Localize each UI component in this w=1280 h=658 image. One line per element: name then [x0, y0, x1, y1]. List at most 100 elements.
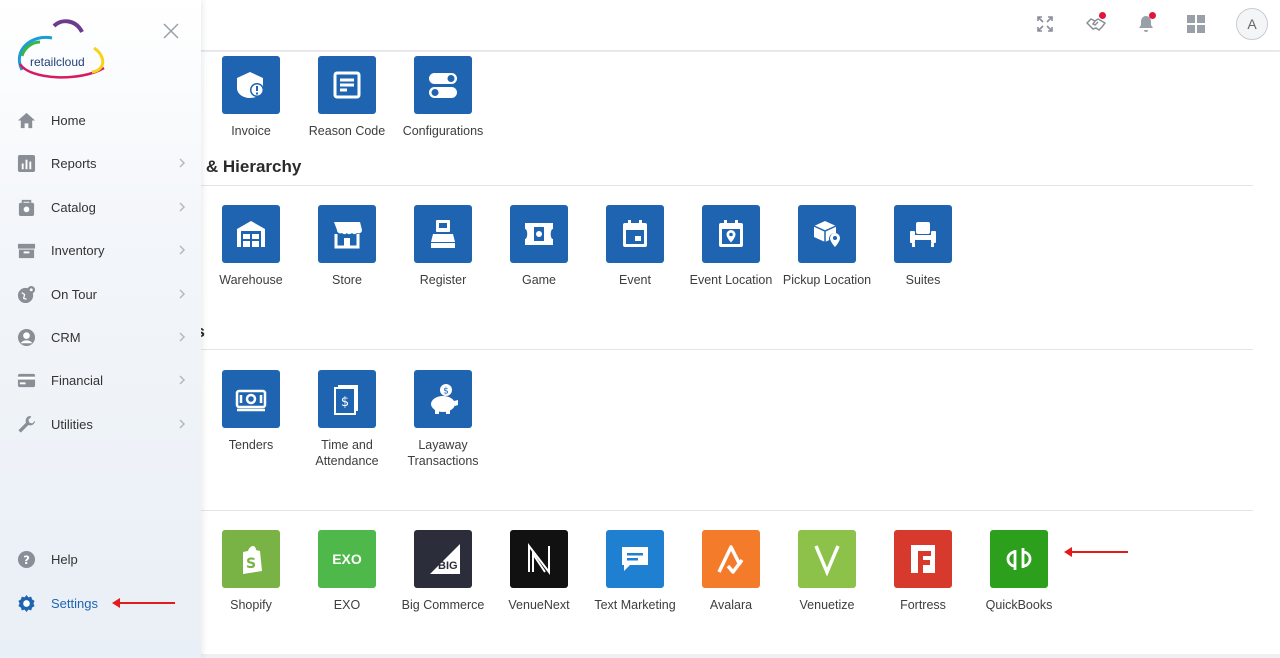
sidebar-item-label: Settings [51, 595, 98, 611]
tile-avalara[interactable]: Avalara [683, 530, 779, 614]
tile-label: Event Location [689, 273, 773, 287]
exo-logo-icon: EXO [318, 530, 376, 588]
handshake-icon[interactable] [1082, 10, 1110, 38]
tile-quickbooks[interactable]: QuickBooks [971, 530, 1067, 614]
annotation-arrow [1064, 547, 1128, 557]
cash-register-icon [414, 205, 472, 263]
sidebar-item-label: Financial [51, 372, 104, 388]
tile-label: Shopify [230, 598, 272, 612]
retailcloud-logo [14, 18, 110, 82]
sidebar-item-on-tour[interactable]: On Tour [0, 276, 201, 312]
tile-label: Pickup Location [782, 273, 872, 287]
sidebar-item-label: Inventory [51, 242, 105, 258]
sidebar-item-home[interactable]: Home [0, 102, 201, 138]
tile-bigcommerce[interactable]: BIG Big Commerce [395, 530, 491, 614]
tile-label: Invoice [231, 124, 271, 138]
sidebar-item-crm[interactable]: CRM [0, 319, 201, 355]
tile-time-attendance[interactable]: $ Time and Attendance [299, 370, 395, 469]
tile-label: Tenders [228, 438, 274, 452]
tile-tenders[interactable]: Tenders [203, 370, 299, 454]
avalara-logo-icon [702, 530, 760, 588]
sidebar-item-financial[interactable]: Financial [0, 362, 201, 398]
tile-label: Configurations [402, 124, 484, 138]
sidebar-item-reports[interactable]: Reports [0, 145, 201, 181]
tile-reason-code[interactable]: Reason Code [299, 56, 395, 140]
calendar-pin-icon [702, 205, 760, 263]
user-avatar[interactable]: A [1236, 8, 1268, 40]
tile-venuenext[interactable]: VenueNext [491, 530, 587, 614]
tile-venuetize[interactable]: Venuetize [779, 530, 875, 614]
sidebar-item-help[interactable]: ? Help [0, 541, 201, 577]
tile-label: EXO [333, 598, 361, 612]
tile-label: Warehouse [219, 273, 283, 287]
fullscreen-icon[interactable] [1031, 10, 1059, 38]
close-icon[interactable] [160, 20, 182, 42]
sidebar-item-label: Reports [51, 155, 97, 171]
tile-event[interactable]: Event [587, 205, 683, 289]
sidebar-item-utilities[interactable]: Utilities [0, 406, 201, 442]
bar-chart-icon [16, 153, 36, 173]
chevron-right-icon [179, 158, 186, 168]
chevron-right-icon [179, 419, 186, 429]
catalog-bag-icon [16, 197, 36, 217]
user-circle-icon [16, 327, 36, 347]
notification-dot [1149, 12, 1156, 19]
home-icon [16, 110, 36, 130]
tile-label: Layaway Transactions [407, 438, 479, 468]
tile-label: Avalara [709, 598, 753, 612]
archive-box-icon [16, 240, 36, 260]
tile-exo[interactable]: EXO EXO [299, 530, 395, 614]
tile-configurations[interactable]: Configurations [395, 56, 491, 140]
sidebar-item-inventory[interactable]: Inventory [0, 232, 201, 268]
svg-text:?: ? [23, 552, 30, 566]
tile-game[interactable]: Game [491, 205, 587, 289]
armchair-icon [894, 205, 952, 263]
sidebar-item-label: On Tour [51, 286, 98, 302]
tile-label: Fortress [900, 598, 946, 612]
globe-pin-icon [16, 284, 36, 304]
piggy-bank-icon: $ [414, 370, 472, 428]
bigcommerce-logo-icon: BIG [414, 530, 472, 588]
tile-shopify[interactable]: S Shopify [203, 530, 299, 614]
tile-label: Text Marketing [594, 598, 676, 612]
tile-label: Suites [905, 273, 941, 287]
sidebar-item-label: Utilities [51, 416, 93, 432]
tile-fortress[interactable]: Fortress [875, 530, 971, 614]
invoice-icon [222, 56, 280, 114]
tile-suites[interactable]: Suites [875, 205, 971, 289]
tile-event-location[interactable]: Event Location [683, 205, 779, 289]
warehouse-icon [222, 205, 280, 263]
chevron-right-icon [179, 289, 186, 299]
chevron-right-icon [179, 202, 186, 212]
tile-register[interactable]: Register [395, 205, 491, 289]
tile-label: Store [332, 273, 362, 287]
tile-label: Register [419, 273, 467, 287]
apps-grid-icon[interactable] [1182, 10, 1210, 38]
shopify-icon: S [222, 530, 280, 588]
sidebar-item-label: CRM [51, 329, 81, 345]
section-divider [200, 185, 1253, 186]
chat-bubble-icon [606, 530, 664, 588]
tile-layaway[interactable]: $ Layaway Transactions [395, 370, 491, 469]
section-divider [200, 349, 1253, 350]
tile-pickup-location[interactable]: Pickup Location [779, 205, 875, 289]
tile-label: Time and Attendance [315, 438, 379, 468]
section-divider [200, 510, 1253, 511]
tile-label: Venuetize [799, 598, 855, 612]
bell-icon[interactable] [1132, 10, 1160, 38]
chevron-right-icon [179, 245, 186, 255]
venuenext-logo-icon [510, 530, 568, 588]
tile-text-marketing[interactable]: Text Marketing [587, 530, 683, 614]
chevron-right-icon [179, 332, 186, 342]
help-icon: ? [16, 549, 36, 569]
tile-warehouse[interactable]: Warehouse [203, 205, 299, 289]
tile-store[interactable]: Store [299, 205, 395, 289]
sidebar-item-catalog[interactable]: Catalog [0, 189, 201, 225]
tile-label: Big Commerce [401, 598, 485, 612]
tile-invoice[interactable]: Invoice [203, 56, 299, 140]
cash-icon [222, 370, 280, 428]
receipt-dollar-icon: $ [318, 370, 376, 428]
sidebar-item-label: Home [51, 112, 86, 128]
annotation-arrow [112, 598, 175, 608]
sidebar-item-label: Help [51, 551, 78, 567]
